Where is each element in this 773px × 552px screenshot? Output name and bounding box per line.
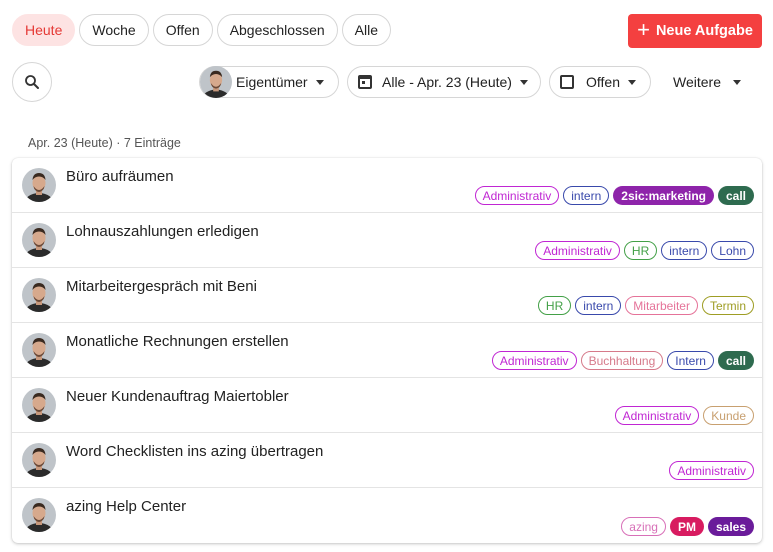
avatar — [22, 168, 56, 202]
task-title[interactable]: Monatliche Rechnungen erstellen — [66, 333, 289, 350]
task-tags: Administrativ Kunde — [614, 406, 754, 425]
task-row[interactable]: Word Checklisten ins azing übertragen Ad… — [12, 433, 762, 488]
task-row[interactable]: azing Help Center azing PM sales — [12, 488, 762, 543]
task-title[interactable]: Word Checklisten ins azing übertragen — [66, 443, 323, 460]
tag-badge[interactable]: intern — [575, 296, 622, 315]
avatar — [22, 223, 56, 257]
tag-badge[interactable]: Administrativ — [491, 351, 577, 370]
tag-badge[interactable]: Administrativ — [535, 241, 620, 260]
date-filter-label: Alle - Apr. 23 (Heute) — [382, 74, 512, 90]
task-tags: HR intern Mitarbeiter Termin — [537, 296, 754, 315]
avatar — [22, 388, 56, 422]
task-tags: Administrativ intern 2sic:marketing call — [474, 186, 754, 205]
search-icon — [25, 75, 39, 89]
calendar-icon — [358, 75, 372, 89]
tab-abgeschlossen[interactable]: Abgeschlossen — [216, 14, 338, 46]
tag-badge[interactable]: intern — [661, 241, 708, 260]
tab-alle[interactable]: Alle — [341, 14, 391, 46]
task-list: Büro aufräumen Administrativ intern 2sic:m… — [12, 158, 762, 543]
tab-heute[interactable]: Heute — [12, 14, 76, 46]
tag-badge[interactable]: 2sic:marketing — [613, 186, 714, 205]
chevron-down-icon — [315, 79, 324, 85]
chevron-down-icon — [628, 79, 636, 85]
tag-badge[interactable]: intern — [563, 186, 610, 205]
avatar — [22, 333, 56, 367]
tag-badge[interactable]: Administrativ — [474, 186, 560, 205]
tag-badge[interactable]: Buchhaltung — [580, 351, 664, 370]
avatar — [22, 498, 56, 532]
new-task-label: Neue Aufgabe — [655, 23, 753, 39]
new-task-button[interactable]: + Neue Aufgabe — [628, 14, 762, 48]
task-row[interactable]: Lohnauszahlungen erledigen Administrativ… — [12, 213, 762, 268]
task-tags: Administrativ HR intern Lohn — [535, 241, 754, 260]
tag-badge[interactable]: Lohn — [711, 241, 754, 260]
status-filter[interactable]: Offen — [549, 66, 651, 98]
avatar — [22, 443, 56, 477]
task-tags: Administrativ Buchhaltung Intern call — [491, 351, 754, 370]
filter-tabs: Heute Woche Offen Abgeschlossen Alle — [12, 14, 391, 46]
task-tags: Administrativ — [669, 461, 754, 480]
task-title[interactable]: azing Help Center — [66, 498, 186, 515]
task-title[interactable]: Neuer Kundenauftrag Maiertobler — [66, 388, 289, 405]
tag-badge[interactable]: Kunde — [703, 406, 754, 425]
tag-badge[interactable]: Termin — [701, 296, 754, 315]
tab-woche[interactable]: Woche — [79, 14, 149, 46]
tab-offen[interactable]: Offen — [152, 14, 213, 46]
task-row[interactable]: Mitarbeitergespräch mit Beni HR intern Mit… — [12, 268, 762, 323]
section-header: Apr. 23 (Heute) · 7 Einträge — [28, 136, 181, 150]
more-filter[interactable]: Weitere — [662, 66, 752, 98]
checkbox-icon — [560, 75, 574, 89]
chevron-down-icon — [519, 79, 528, 85]
tag-badge[interactable]: Administrativ — [614, 406, 700, 425]
plus-icon: + — [637, 17, 650, 42]
tag-badge[interactable]: Administrativ — [669, 461, 754, 480]
task-tags: azing PM sales — [621, 517, 754, 536]
tag-badge[interactable]: HR — [537, 296, 572, 315]
more-filter-label: Weitere — [673, 74, 721, 90]
avatar — [200, 66, 232, 98]
status-filter-label: Offen — [586, 74, 620, 90]
tag-badge[interactable]: azing — [621, 517, 666, 536]
tag-badge[interactable]: Intern — [667, 351, 714, 370]
owner-filter-label: Eigentümer — [236, 74, 308, 90]
avatar — [22, 278, 56, 312]
chevron-down-icon — [732, 79, 741, 85]
date-filter[interactable]: Alle - Apr. 23 (Heute) — [347, 66, 541, 98]
tag-badge[interactable]: PM — [669, 517, 704, 536]
search-button[interactable] — [12, 62, 52, 102]
tag-badge[interactable]: call — [717, 351, 754, 370]
tag-badge[interactable]: call — [717, 186, 754, 205]
task-title[interactable]: Büro aufräumen — [66, 168, 174, 185]
owner-filter[interactable]: Eigentümer — [199, 66, 339, 98]
tag-badge[interactable]: sales — [707, 517, 754, 536]
task-title[interactable]: Mitarbeitergespräch mit Beni — [66, 278, 257, 295]
task-row[interactable]: Büro aufräumen Administrativ intern 2sic:m… — [12, 158, 762, 213]
task-row[interactable]: Monatliche Rechnungen erstellen Administ… — [12, 323, 762, 378]
task-title[interactable]: Lohnauszahlungen erledigen — [66, 223, 259, 240]
tag-badge[interactable]: Mitarbeiter — [625, 296, 698, 315]
tag-badge[interactable]: HR — [623, 241, 658, 260]
task-row[interactable]: Neuer Kundenauftrag Maiertobler Administ… — [12, 378, 762, 433]
